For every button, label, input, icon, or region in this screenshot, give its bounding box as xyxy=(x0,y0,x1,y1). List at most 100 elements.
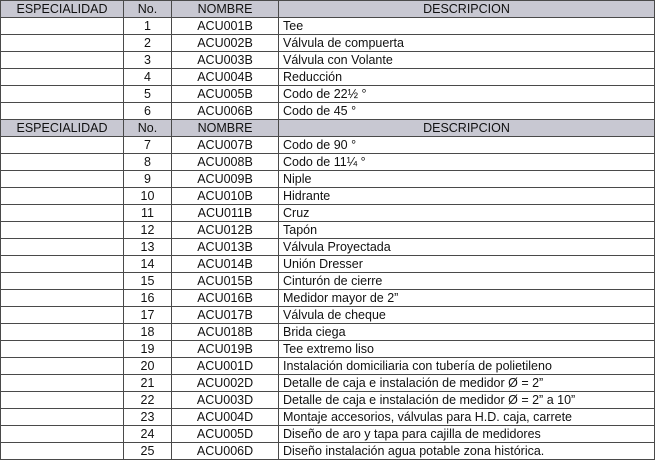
especialidad-cell xyxy=(0,153,124,171)
number-cell: 23 xyxy=(123,408,172,426)
header-no: No. xyxy=(123,119,172,137)
description-cell: Codo de 90 ° xyxy=(278,136,655,154)
especialidad-cell xyxy=(0,238,124,256)
especialidad-cell xyxy=(0,221,124,239)
especialidad-cell xyxy=(0,102,124,120)
number-cell: 15 xyxy=(123,272,172,290)
table-row: 16 ACU016B Medidor mayor de 2” xyxy=(0,289,655,307)
header-nombre: NOMBRE xyxy=(171,0,279,18)
header-row: ESPECIALIDAD No. NOMBRE DESCRIPCION xyxy=(0,0,655,18)
table-row: 19 ACU019B Tee extremo liso xyxy=(0,340,655,358)
number-cell: 12 xyxy=(123,221,172,239)
table-row: 25 ACU006D Diseño instalación agua potable… xyxy=(0,442,655,460)
number-cell: 19 xyxy=(123,340,172,358)
description-cell: Válvula Proyectada xyxy=(278,238,655,256)
description-cell: Válvula de cheque xyxy=(278,306,655,324)
name-cell: ACU004D xyxy=(171,408,279,426)
description-cell: Niple xyxy=(278,170,655,188)
table-row: 10 ACU010B Hidrante xyxy=(0,187,655,205)
name-cell: ACU003D xyxy=(171,391,279,409)
number-cell: 25 xyxy=(123,442,172,460)
name-cell: ACU014B xyxy=(171,255,279,273)
table-row: 4 ACU004B Reducción xyxy=(0,68,655,86)
especialidad-cell xyxy=(0,425,124,443)
number-cell: 16 xyxy=(123,289,172,307)
description-cell: Válvula de compuerta xyxy=(278,34,655,52)
table-row: 18 ACU018B Brida ciega xyxy=(0,323,655,341)
number-cell: 17 xyxy=(123,306,172,324)
number-cell: 6 xyxy=(123,102,172,120)
description-cell: Tee extremo liso xyxy=(278,340,655,358)
especialidad-cell xyxy=(0,204,124,222)
description-cell: Hidrante xyxy=(278,187,655,205)
especialidad-cell xyxy=(0,408,124,426)
description-cell: Unión Dresser xyxy=(278,255,655,273)
table-row: 6 ACU006B Codo de 45 ° xyxy=(0,102,655,120)
name-cell: ACU013B xyxy=(171,238,279,256)
number-cell: 8 xyxy=(123,153,172,171)
number-cell: 21 xyxy=(123,374,172,392)
description-cell: Tapón xyxy=(278,221,655,239)
name-cell: ACU012B xyxy=(171,221,279,239)
description-cell: Diseño de aro y tapa para cajilla de med… xyxy=(278,425,655,443)
description-cell: Codo de 22½ ° xyxy=(278,85,655,103)
number-cell: 1 xyxy=(123,17,172,35)
name-cell: ACU017B xyxy=(171,306,279,324)
header-nombre: NOMBRE xyxy=(171,119,279,137)
name-cell: ACU015B xyxy=(171,272,279,290)
especialidad-cell xyxy=(0,17,124,35)
name-cell: ACU002D xyxy=(171,374,279,392)
name-cell: ACU010B xyxy=(171,187,279,205)
name-cell: ACU008B xyxy=(171,153,279,171)
table-row: 13 ACU013B Válvula Proyectada xyxy=(0,238,655,256)
name-cell: ACU005B xyxy=(171,85,279,103)
number-cell: 5 xyxy=(123,85,172,103)
name-cell: ACU007B xyxy=(171,136,279,154)
especialidad-cell xyxy=(0,51,124,69)
table-row: 1 ACU001B Tee xyxy=(0,17,655,35)
description-cell: Medidor mayor de 2” xyxy=(278,289,655,307)
description-cell: Brida ciega xyxy=(278,323,655,341)
description-cell: Reducción xyxy=(278,68,655,86)
number-cell: 7 xyxy=(123,136,172,154)
number-cell: 11 xyxy=(123,204,172,222)
table-row: 20 ACU001D Instalación domiciliaria con tu… xyxy=(0,357,655,375)
especialidad-cell xyxy=(0,374,124,392)
table-row: 21 ACU002D Detalle de caja e instalación d… xyxy=(0,374,655,392)
table-row: 12 ACU012B Tapón xyxy=(0,221,655,239)
especialidad-cell xyxy=(0,442,124,460)
especialidad-cell xyxy=(0,340,124,358)
table-row: 15 ACU015B Cinturón de cierre xyxy=(0,272,655,290)
especialidad-cell xyxy=(0,391,124,409)
table-row: 14 ACU014B Unión Dresser xyxy=(0,255,655,273)
table-row: 5 ACU005B Codo de 22½ ° xyxy=(0,85,655,103)
number-cell: 18 xyxy=(123,323,172,341)
description-cell: Detalle de caja e instalación de medidor… xyxy=(278,391,655,409)
table-row: 23 ACU004D Montaje accesorios, válvulas pa… xyxy=(0,408,655,426)
especialidad-cell xyxy=(0,272,124,290)
number-cell: 3 xyxy=(123,51,172,69)
name-cell: ACU005D xyxy=(171,425,279,443)
table-row: 7 ACU007B Codo de 90 ° xyxy=(0,136,655,154)
header-especialidad: ESPECIALIDAD xyxy=(0,0,124,18)
header-especialidad: ESPECIALIDAD xyxy=(0,119,124,137)
especialidad-cell xyxy=(0,68,124,86)
description-cell: Tee xyxy=(278,17,655,35)
name-cell: ACU004B xyxy=(171,68,279,86)
header-row: ESPECIALIDAD No. NOMBRE DESCRIPCION xyxy=(0,119,655,137)
especialidad-cell xyxy=(0,170,124,188)
name-cell: ACU019B xyxy=(171,340,279,358)
table-row: 22 ACU003D Detalle de caja e instalación d… xyxy=(0,391,655,409)
name-cell: ACU009B xyxy=(171,170,279,188)
number-cell: 10 xyxy=(123,187,172,205)
especialidad-cell xyxy=(0,255,124,273)
header-descripcion: DESCRIPCION xyxy=(278,119,655,137)
number-cell: 22 xyxy=(123,391,172,409)
description-cell: Detalle de caja e instalación de medidor… xyxy=(278,374,655,392)
description-cell: Codo de 11¼ ° xyxy=(278,153,655,171)
especialidad-cell xyxy=(0,187,124,205)
description-cell: Codo de 45 ° xyxy=(278,102,655,120)
especialidad-cell xyxy=(0,34,124,52)
especialidad-cell xyxy=(0,357,124,375)
number-cell: 24 xyxy=(123,425,172,443)
